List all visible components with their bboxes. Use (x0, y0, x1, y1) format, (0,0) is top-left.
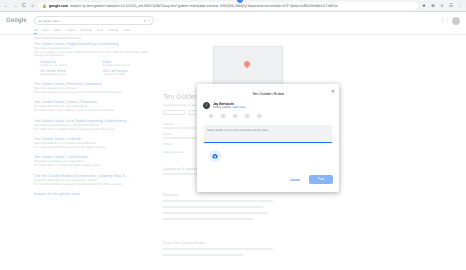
learn-more-link[interactable]: Learn more (232, 106, 245, 109)
posting-notice: Posting publicly. Learn more (213, 106, 246, 109)
cancel-button[interactable]: Cancel (290, 178, 300, 182)
star-rating: ★ ★ ★ ★ ★ (207, 112, 263, 121)
posting-text: Posting publicly. (213, 106, 232, 109)
add-photo-button[interactable] (209, 150, 221, 162)
star-1-icon[interactable]: ★ (207, 112, 215, 121)
home-button[interactable]: ⌂ (30, 0, 36, 12)
review-placeholder: Share details of your own experience at … (207, 128, 269, 132)
avatar: J (203, 102, 210, 109)
forward-button[interactable]: → (12, 0, 18, 12)
star-3-icon[interactable]: ★ (231, 112, 239, 121)
url-path: /search?q=ten+golden+rules&rlz=1C1GCEA_e… (70, 3, 338, 8)
reload-button[interactable]: C (21, 0, 27, 12)
star-5-icon[interactable]: ★ (255, 112, 263, 121)
browser-toolbar: ← → C ⌂ 🔒 google.com /search?q=ten+golde… (0, 0, 466, 12)
star-2-icon[interactable]: ★ (219, 112, 227, 121)
address-bar[interactable]: 🔒 google.com /search?q=ten+golden+rules&… (39, 1, 418, 10)
extension-icon-2[interactable]: ≡ (439, 3, 445, 8)
bookmark-star-icon[interactable]: ★ (421, 3, 427, 9)
write-review-dialog: Ten Golden Rules ✕ J Jay Bertocchi Posti… (197, 84, 339, 192)
url-host: google.com (48, 3, 69, 8)
dialog-title: Ten Golden Rules (252, 91, 284, 96)
review-text-field[interactable]: Share details of your own experience at … (204, 125, 332, 143)
camera-icon (212, 153, 218, 159)
star-4-icon[interactable]: ★ (243, 112, 251, 121)
close-icon[interactable]: ✕ (331, 89, 335, 95)
extension-icon[interactable]: ⊕ (430, 3, 436, 9)
back-button[interactable]: ← (3, 0, 9, 12)
post-button[interactable]: Post (309, 175, 333, 184)
lock-icon: 🔒 (42, 3, 47, 8)
extension-icon-3[interactable]: ☰ (448, 3, 454, 9)
browser-menu-icon[interactable]: ⋮ (457, 3, 463, 9)
